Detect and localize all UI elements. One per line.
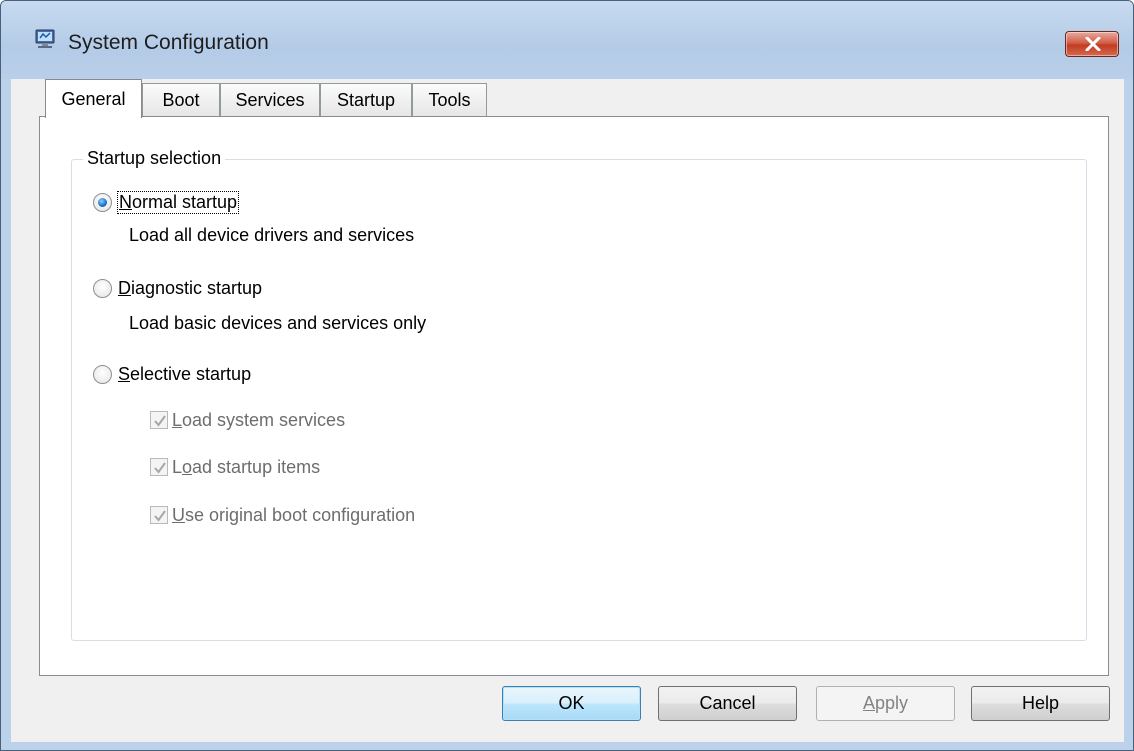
tab-tools[interactable]: Tools (412, 83, 487, 116)
use-original-boot-config-checkbox[interactable]: Use original boot configuration (150, 504, 415, 526)
tab-services[interactable]: Services (220, 83, 320, 116)
help-button-label: Help (1021, 693, 1060, 713)
normal-startup-accesskey: N (119, 191, 132, 212)
load-startup-items-prefix: L (172, 456, 183, 477)
radio-button[interactable] (93, 278, 112, 298)
normal-startup-radio[interactable]: Normal startup (93, 190, 240, 214)
use-original-boot-config-accesskey: U (172, 504, 185, 525)
selective-startup-radio[interactable]: Selective startup (93, 362, 251, 386)
diagnostic-startup-label: Diagnostic startup (118, 278, 262, 299)
load-system-services-text: oad system services (182, 409, 346, 430)
normal-startup-description: Load all device drivers and services (129, 225, 415, 245)
normal-startup-text: ormal startup (132, 191, 238, 212)
normal-startup-label: Normal startup (116, 190, 240, 214)
load-system-services-checkbox[interactable]: Load system services (150, 409, 345, 431)
apply-text: pply (874, 693, 909, 713)
title-bar[interactable]: System Configuration (1, 1, 1133, 79)
tab-startup-label: Startup (336, 89, 396, 110)
startup-selection-legend: Startup selection (83, 148, 226, 169)
radio-button-checked[interactable] (93, 192, 112, 212)
close-button[interactable] (1065, 31, 1119, 57)
diagnostic-startup-text: iagnostic startup (131, 277, 263, 298)
tab-tools-label: Tools (428, 89, 471, 110)
msconfig-computer-icon (34, 29, 56, 49)
ok-button-label: OK (558, 693, 585, 713)
tab-boot-label: Boot (162, 89, 200, 110)
use-original-boot-config-label: Use original boot configuration (172, 505, 415, 526)
load-startup-items-label: Load startup items (172, 457, 320, 478)
ok-button[interactable]: OK (502, 686, 641, 721)
tab-general-label: General (61, 88, 126, 109)
radio-button[interactable] (93, 364, 112, 384)
tab-general[interactable]: General (45, 79, 142, 118)
load-startup-items-checkbox[interactable]: Load startup items (150, 456, 320, 478)
tab-strip: General Boot Services Startup Tools (11, 79, 1124, 118)
checkbox-checked-disabled[interactable] (150, 411, 168, 429)
apply-button-label: Apply (863, 693, 908, 714)
checkmark-icon (154, 462, 166, 474)
use-original-boot-config-text: se original boot configuration (185, 504, 416, 525)
diagnostic-startup-radio[interactable]: Diagnostic startup (93, 276, 262, 300)
load-system-services-accesskey: L (172, 409, 183, 430)
checkbox-checked-disabled[interactable] (150, 458, 168, 476)
general-tab-panel: Startup selection Normal startup Load al… (39, 116, 1109, 676)
apply-accesskey: A (862, 693, 875, 713)
load-system-services-label: Load system services (172, 410, 345, 431)
selective-startup-label: Selective startup (118, 364, 251, 385)
tab-boot[interactable]: Boot (142, 83, 220, 116)
diagnostic-startup-description: Load basic devices and services only (129, 313, 427, 333)
apply-button[interactable]: Apply (816, 686, 955, 721)
load-startup-items-accesskey: o (182, 456, 193, 477)
checkmark-icon (154, 415, 166, 427)
load-startup-items-text: ad startup items (192, 456, 321, 477)
cancel-button-label: Cancel (699, 693, 756, 713)
cancel-button[interactable]: Cancel (658, 686, 797, 721)
window-title: System Configuration (68, 31, 269, 54)
tab-startup[interactable]: Startup (320, 83, 412, 116)
diagnostic-startup-accesskey: D (118, 277, 131, 298)
help-button[interactable]: Help (971, 686, 1110, 721)
selective-startup-accesskey: S (118, 363, 131, 384)
tab-services-label: Services (235, 89, 305, 110)
system-configuration-window: System Configuration General Boot Servic… (0, 0, 1134, 751)
dialog-client-area: General Boot Services Startup Tools Star… (11, 79, 1124, 742)
selective-startup-text: elective startup (130, 363, 252, 384)
checkmark-icon (154, 510, 166, 522)
close-x-icon (1085, 37, 1101, 51)
checkbox-checked-disabled[interactable] (150, 506, 168, 524)
